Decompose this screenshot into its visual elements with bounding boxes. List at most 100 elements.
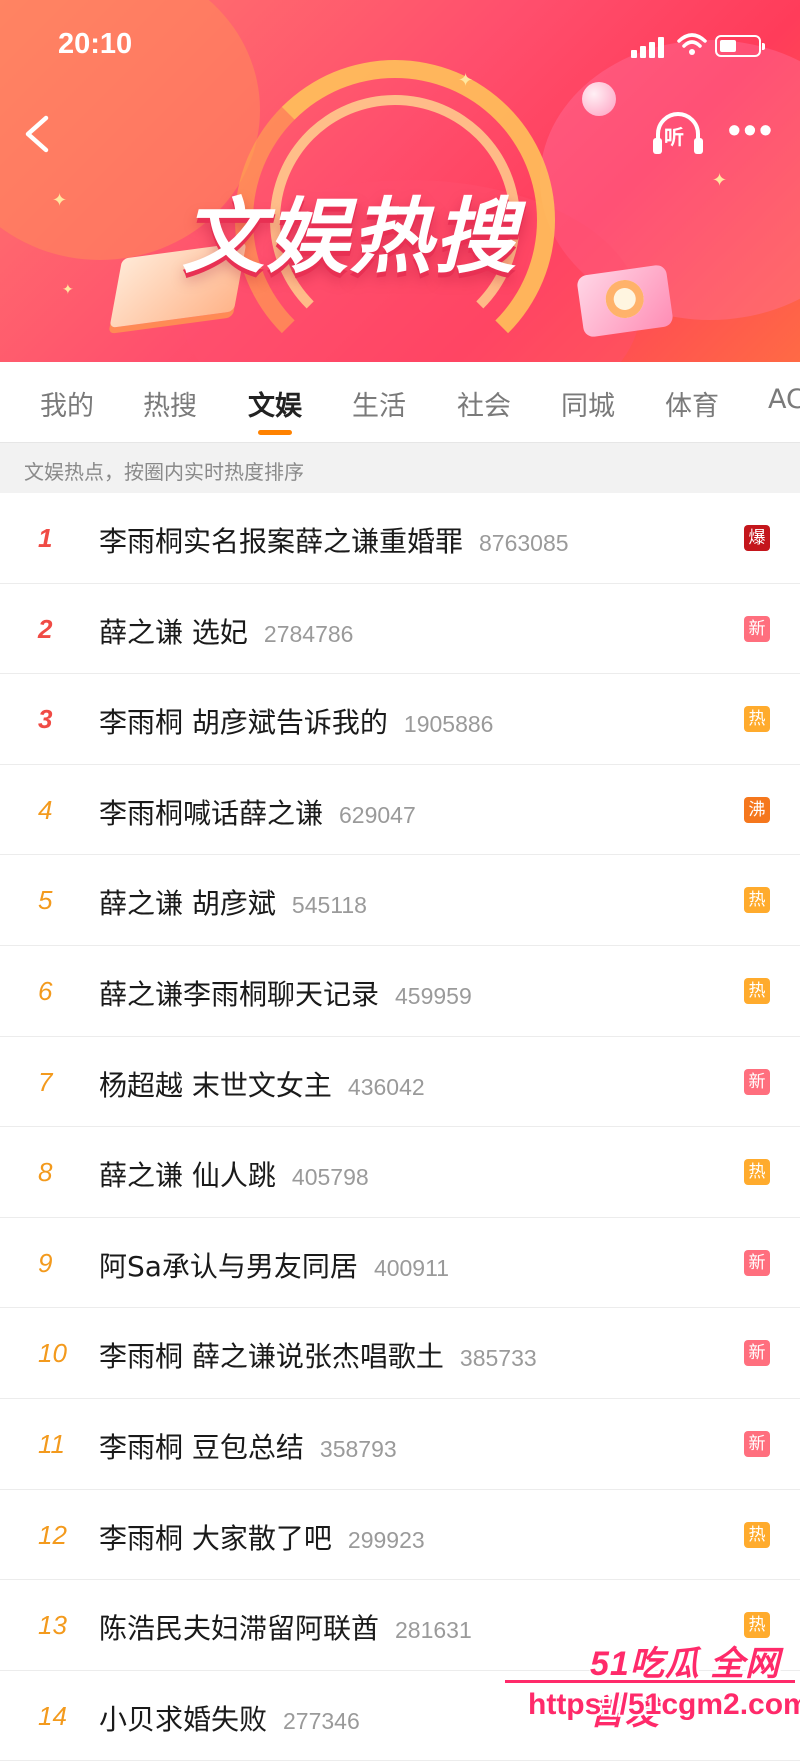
topic-title: 薛之谦 胡彦斌 xyxy=(99,887,276,921)
topic-title: 薛之谦 选妃 xyxy=(99,615,248,649)
rank-number: 12 xyxy=(38,1519,67,1550)
status-badge: 热 xyxy=(744,887,770,914)
signal-icon xyxy=(631,36,667,58)
topic-link[interactable]: 小贝求婚失败 277346 xyxy=(99,1698,360,1738)
listen-label: 听 xyxy=(664,125,684,149)
heat-count: 2784786 xyxy=(263,620,354,647)
page-title: 文娱热搜 xyxy=(182,190,518,285)
heat-count: 385733 xyxy=(459,1345,537,1372)
tab-local[interactable]: 同城 xyxy=(561,384,615,423)
topic-title: 杨超越 末世文女主 xyxy=(99,1068,332,1102)
topic-link[interactable]: 李雨桐 豆包总结 358793 xyxy=(99,1426,397,1466)
hot-search-row[interactable]: 2 薛之谦 选妃 2784786 新 xyxy=(0,584,800,675)
rank-number: 13 xyxy=(38,1610,67,1641)
rank-number: 1 xyxy=(38,523,53,553)
tab-hot-search[interactable]: 热搜 xyxy=(143,384,197,423)
topic-link[interactable]: 薛之谦李雨桐聊天记录 459959 xyxy=(99,973,472,1013)
rank-number: 4 xyxy=(38,794,53,825)
sparkle-icon: ✦ xyxy=(458,70,474,91)
sparkle-icon: ✦ xyxy=(712,170,728,191)
hot-search-row[interactable]: 11 李雨桐 豆包总结 358793 新 xyxy=(0,1399,800,1490)
tab-society[interactable]: 社会 xyxy=(457,384,511,423)
header-banner: ✦ ✦ ✦ ✦ 20:10 听 ••• 文娱热搜 xyxy=(0,0,800,362)
topic-link[interactable]: 李雨桐喊话薛之谦 629047 xyxy=(99,792,416,832)
topic-link[interactable]: 陈浩民夫妇滞留阿联酋 281631 xyxy=(99,1607,472,1647)
status-badge: 新 xyxy=(744,1340,770,1367)
topic-title: 阿Sa承认与男友同居 xyxy=(99,1249,358,1283)
status-badge: 新 xyxy=(744,1068,770,1095)
rank-number: 10 xyxy=(38,1338,67,1369)
topic-link[interactable]: 李雨桐 大家散了吧 299923 xyxy=(99,1517,425,1557)
heat-count: 8763085 xyxy=(479,530,569,556)
status-badge: 热 xyxy=(744,706,770,733)
rank-number: 9 xyxy=(38,1247,53,1278)
topic-title: 李雨桐 豆包总结 xyxy=(99,1430,304,1464)
hot-search-row[interactable]: 1 李雨桐实名报案薛之谦重婚罪 8763085 爆 xyxy=(0,493,800,584)
heat-count: 405798 xyxy=(291,1164,369,1191)
topic-link[interactable]: 李雨桐实名报案薛之谦重婚罪 8763085 xyxy=(99,520,569,560)
status-badge: 沸 xyxy=(744,796,770,823)
hot-search-row[interactable]: 12 李雨桐 大家散了吧 299923 热 xyxy=(0,1490,800,1581)
list-description: 文娱热点，按圈内实时热度排序 xyxy=(24,460,304,484)
heat-count: 281631 xyxy=(395,1617,472,1644)
hot-search-row[interactable]: 7 杨超越 末世文女主 436042 新 xyxy=(0,1037,800,1128)
topic-link[interactable]: 阿Sa承认与男友同居 400911 xyxy=(99,1245,449,1285)
watermark-url: https://51cgm2.com xyxy=(528,1688,800,1721)
hot-search-row[interactable]: 10 李雨桐 薛之谦说张杰唱歌土 385733 新 xyxy=(0,1308,800,1399)
rank-number: 7 xyxy=(38,1066,53,1097)
wifi-icon xyxy=(677,33,707,55)
topic-title: 李雨桐喊话薛之谦 xyxy=(99,796,324,830)
topic-link[interactable]: 薛之谦 胡彦斌 545118 xyxy=(99,882,367,922)
status-time: 20:10 xyxy=(58,28,133,60)
tab-life[interactable]: 生活 xyxy=(352,384,406,423)
topic-link[interactable]: 杨超越 末世文女主 436042 xyxy=(99,1064,425,1104)
planet-icon xyxy=(582,82,616,116)
list-description-bar: 文娱热点，按圈内实时热度排序 xyxy=(0,442,800,493)
rank-number: 11 xyxy=(38,1428,65,1459)
topic-title: 李雨桐实名报案薛之谦重婚罪 xyxy=(99,525,464,558)
tab-mine[interactable]: 我的 xyxy=(40,384,94,423)
heat-count: 400911 xyxy=(373,1254,449,1281)
hot-search-row[interactable]: 6 薛之谦李雨桐聊天记录 459959 热 xyxy=(0,946,800,1037)
status-badge: 爆 xyxy=(744,525,770,551)
sparkle-icon: ✦ xyxy=(52,190,68,211)
topic-link[interactable]: 李雨桐 薛之谦说张杰唱歌土 385733 xyxy=(99,1335,537,1375)
topic-link[interactable]: 薛之谦 选妃 2784786 xyxy=(99,611,353,651)
topic-title: 薛之谦 仙人跳 xyxy=(99,1159,276,1193)
status-badge: 热 xyxy=(744,1521,770,1548)
heat-count: 629047 xyxy=(339,801,416,828)
rank-number: 6 xyxy=(38,975,53,1006)
back-arrow-icon[interactable] xyxy=(18,112,58,156)
heat-count: 1905886 xyxy=(403,711,494,738)
active-tab-indicator xyxy=(258,430,292,435)
tab-entertainment[interactable]: 文娱 xyxy=(248,384,302,423)
tab-sports[interactable]: 体育 xyxy=(665,384,719,423)
status-badge: 热 xyxy=(744,1612,770,1639)
rank-number: 8 xyxy=(38,1157,53,1188)
hot-search-row[interactable]: 3 李雨桐 胡彦斌告诉我的 1905886 热 xyxy=(0,674,800,765)
topic-title: 薛之谦李雨桐聊天记录 xyxy=(99,977,380,1011)
hot-search-row[interactable]: 5 薛之谦 胡彦斌 545118 热 xyxy=(0,855,800,946)
status-badge: 新 xyxy=(744,615,770,642)
more-options-button[interactable]: ••• xyxy=(728,112,775,148)
heat-count: 459959 xyxy=(395,982,472,1009)
hot-search-row[interactable]: 4 李雨桐喊话薛之谦 629047 沸 xyxy=(0,765,800,856)
listen-button[interactable]: 听 xyxy=(650,110,706,158)
status-badge: 新 xyxy=(744,1430,770,1457)
status-badge: 热 xyxy=(744,1159,770,1186)
topic-title: 李雨桐 胡彦斌告诉我的 xyxy=(99,706,388,740)
watermark-line xyxy=(505,1680,795,1683)
heat-count: 299923 xyxy=(347,1526,425,1553)
hot-search-row[interactable]: 8 薛之谦 仙人跳 405798 热 xyxy=(0,1127,800,1218)
hot-search-row[interactable]: 9 阿Sa承认与男友同居 400911 新 xyxy=(0,1218,800,1309)
heat-count: 436042 xyxy=(347,1073,425,1100)
topic-title: 陈浩民夫妇滞留阿联酋 xyxy=(99,1612,380,1646)
topic-title: 李雨桐 大家散了吧 xyxy=(99,1521,332,1555)
topic-link[interactable]: 李雨桐 胡彦斌告诉我的 1905886 xyxy=(99,701,493,741)
topic-link[interactable]: 薛之谦 仙人跳 405798 xyxy=(99,1154,369,1194)
heat-count: 358793 xyxy=(319,1435,397,1462)
tab-acg[interactable]: AC xyxy=(768,384,800,415)
heat-count: 277346 xyxy=(283,1707,360,1734)
rank-number: 3 xyxy=(38,704,53,735)
heat-count: 545118 xyxy=(291,892,367,919)
